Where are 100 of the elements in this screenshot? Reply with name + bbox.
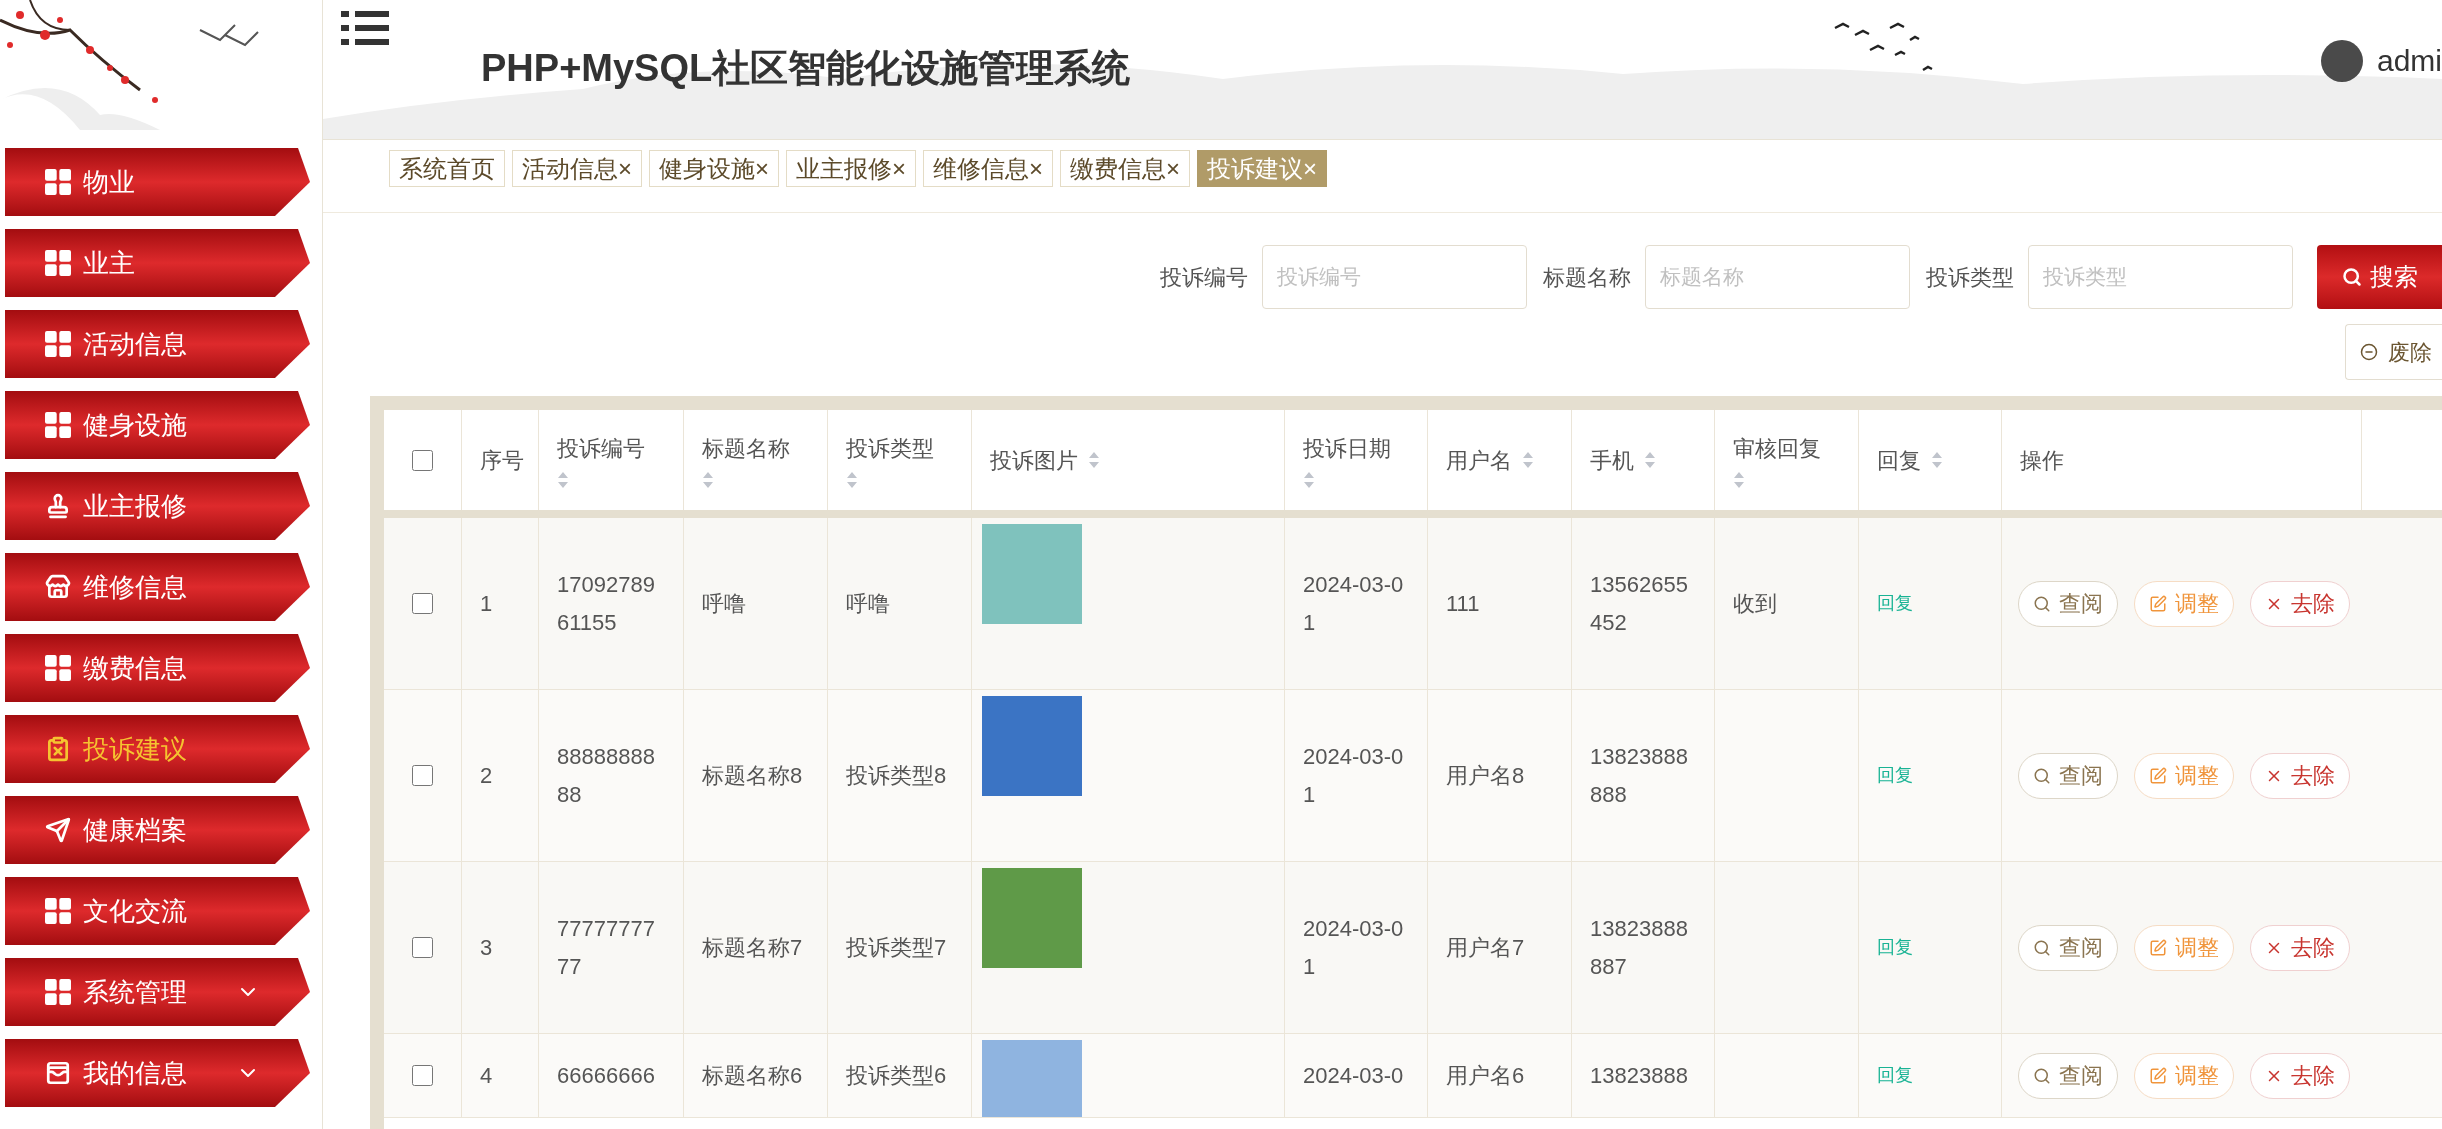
row-checkbox[interactable] [412, 765, 433, 786]
table-cell-text: 标题名称8 [702, 762, 803, 790]
sort-icon[interactable] [1522, 451, 1534, 469]
table-cell-text: 2024-03-01 [1303, 914, 1405, 981]
column-header: 手机 [1572, 410, 1715, 510]
tab[interactable]: 系统首页 [389, 150, 505, 187]
tab[interactable]: 维修信息× [923, 150, 1054, 187]
edit-icon [2149, 766, 2167, 785]
search-icon [2033, 766, 2051, 785]
column-header: 序号 [462, 410, 539, 510]
tab[interactable]: 投诉建议× [1197, 150, 1328, 187]
delete-button[interactable]: 去除 [2250, 1052, 2350, 1099]
view-button[interactable]: 查阅 [2018, 752, 2118, 799]
column-header: 投诉编号 [539, 410, 684, 510]
window-title: PHP+MySQL社区智能化设施管理系统 [481, 46, 1131, 91]
delete-button[interactable]: 去除 [2250, 580, 2350, 627]
sidebar-item[interactable]: 投诉建议 [5, 715, 310, 783]
row-checkbox[interactable] [412, 1065, 433, 1086]
search-icon [2341, 267, 2362, 287]
column-header: 回复 [1859, 410, 2002, 510]
search-icon [2033, 1066, 2051, 1085]
field-label: 投诉类型 [1926, 263, 2014, 292]
sidebar-item[interactable]: 业主 [5, 229, 310, 297]
table-cell-text: 1709278961155 [557, 570, 656, 637]
table-cell-text: 7777777777 [557, 914, 656, 981]
delete-button[interactable]: 废除 [2345, 324, 2442, 380]
table-cell-text: 投诉类型6 [846, 1062, 947, 1090]
avatar[interactable] [2320, 39, 2363, 82]
clipboard-x-icon [45, 736, 71, 762]
view-button[interactable]: 查阅 [2018, 924, 2118, 971]
sort-icon[interactable] [1931, 451, 1943, 469]
table-cell-text: 13562655452 [1590, 570, 1689, 637]
view-button[interactable]: 查阅 [2018, 580, 2118, 627]
tab[interactable]: 业主报修× [786, 150, 917, 187]
sidebar-item[interactable]: 物业 [5, 148, 310, 216]
sort-icon[interactable] [702, 470, 714, 489]
table-cell-text: 2024-03-0 [1303, 1061, 1405, 1090]
column-header: 投诉图片 [972, 410, 1285, 510]
search-field[interactable]: 投诉编号 [1262, 245, 1527, 309]
menu-icon[interactable] [341, 8, 391, 48]
sidebar-item[interactable]: 维修信息 [5, 553, 310, 621]
field-label: 投诉编号 [1160, 263, 1248, 292]
row-checkbox[interactable] [412, 937, 433, 958]
table-cell-text: 投诉类型7 [846, 934, 947, 962]
edit-icon [2149, 594, 2167, 613]
field-label: 标题名称 [1543, 263, 1631, 292]
row-checkbox[interactable] [412, 593, 433, 614]
table-cell-text: 呼噜 [702, 590, 746, 618]
sort-icon[interactable] [1733, 470, 1745, 489]
paper-plane-icon [45, 817, 71, 843]
table-cell-text: 呼噜 [846, 590, 890, 618]
sort-icon[interactable] [1303, 470, 1315, 489]
edit-icon [2149, 938, 2167, 957]
delete-button[interactable]: 去除 [2250, 924, 2350, 971]
delete-button[interactable]: 去除 [2250, 752, 2350, 799]
table-cell-text: 投诉类型8 [846, 762, 947, 790]
sidebar-item[interactable]: 健身设施 [5, 391, 310, 459]
edit-icon [2149, 1066, 2167, 1085]
reply-link[interactable]: 回复 [1877, 1062, 1913, 1089]
column-header: 标题名称 [684, 410, 828, 510]
column-header: 用户名 [1428, 410, 1572, 510]
table-cell-text: 2024-03-01 [1303, 742, 1405, 809]
table-cell-text: 1 [480, 590, 493, 618]
reply-link[interactable]: 回复 [1877, 762, 1913, 789]
search-icon [2033, 938, 2051, 957]
tab[interactable]: 缴费信息× [1060, 150, 1191, 187]
grid-icon [45, 250, 71, 276]
table-cell-text: 用户名6 [1446, 1062, 1525, 1090]
table-cell-text: 13823888888 [1590, 742, 1689, 809]
grid-icon [45, 331, 71, 357]
table-cell-text: 111 [1446, 590, 1480, 618]
table-cell-text: 66666666 [557, 1061, 656, 1090]
sort-icon[interactable] [1644, 451, 1656, 469]
sort-icon[interactable] [1088, 451, 1100, 469]
sidebar-item[interactable]: 系统管理 [5, 958, 310, 1026]
table-cell-text: 13823888 [1590, 1061, 1689, 1090]
user-name[interactable]: admi [2376, 38, 2442, 83]
search-field[interactable]: 投诉类型 [2028, 245, 2293, 309]
sort-icon[interactable] [846, 470, 858, 489]
sidebar-item[interactable]: 我的信息 [5, 1039, 310, 1107]
sidebar-item[interactable]: 业主报修 [5, 472, 310, 540]
stamp-icon [45, 493, 71, 519]
search-field[interactable]: 标题名称 [1645, 245, 1910, 309]
search-button[interactable]: 搜索 [2317, 245, 2442, 309]
sort-icon[interactable] [557, 470, 569, 489]
column-header: 操作 [2002, 410, 2362, 510]
view-button[interactable]: 查阅 [2018, 1052, 2118, 1099]
tab[interactable]: 活动信息× [512, 150, 642, 187]
minus-circle-icon [2360, 343, 2378, 361]
table-cell-text: 收到 [1733, 590, 1777, 618]
sidebar-item[interactable]: 缴费信息 [5, 634, 310, 702]
select-all-checkbox[interactable] [412, 449, 433, 471]
search-icon [2033, 594, 2051, 613]
grid-icon [45, 655, 71, 681]
sidebar-item[interactable]: 健康档案 [5, 796, 310, 864]
tab[interactable]: 健身设施× [649, 150, 780, 187]
table-cell-text: 标题名称7 [702, 934, 803, 962]
sidebar-item[interactable]: 文化交流 [5, 877, 310, 945]
sidebar-item[interactable]: 活动信息 [5, 310, 310, 378]
table-cell-text: 2 [480, 762, 493, 790]
